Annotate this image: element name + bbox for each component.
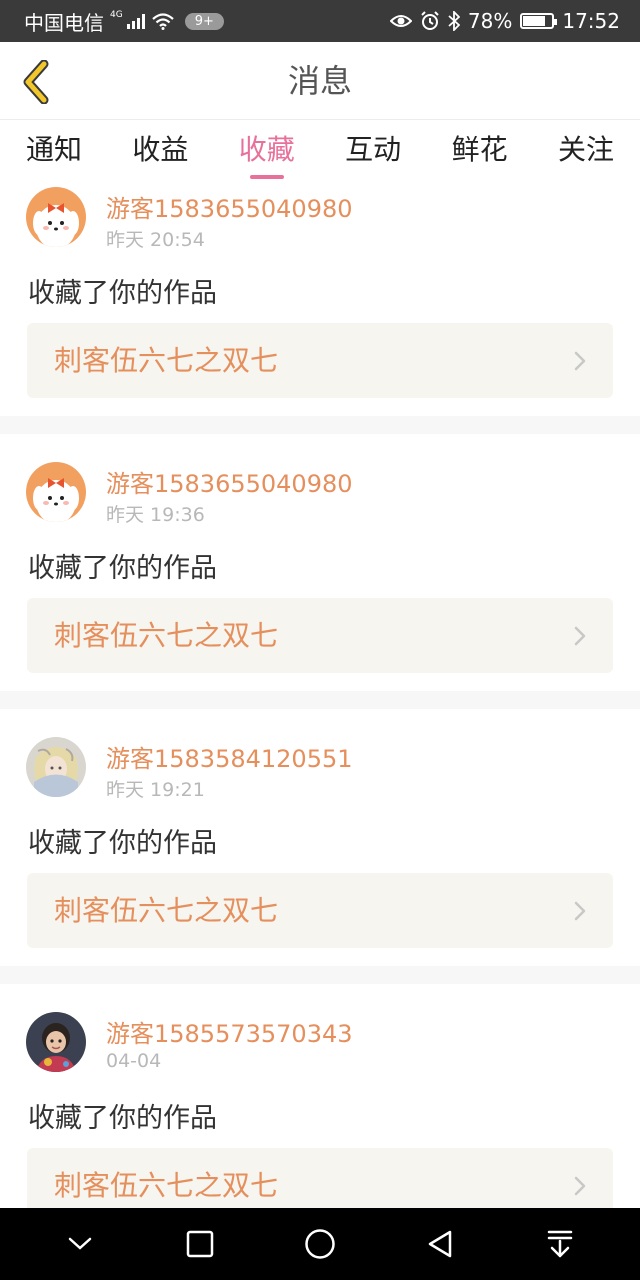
divider bbox=[0, 416, 640, 434]
back-nav-button[interactable] bbox=[410, 1214, 470, 1274]
timestamp: 04-04 bbox=[106, 1050, 162, 1072]
timestamp: 昨天 19:36 bbox=[106, 504, 205, 526]
wifi-icon bbox=[151, 13, 174, 30]
action-text: 收藏了你的作品 bbox=[28, 553, 217, 584]
username[interactable]: 游客1583655040980 bbox=[106, 189, 353, 224]
message-item: 游客1583584120551 昨天 19:21 收藏了你的作品 刺客伍六七之双… bbox=[0, 733, 640, 965]
action-text: 收藏了你的作品 bbox=[28, 1103, 217, 1134]
work-link[interactable]: 刺客伍六七之双七 bbox=[27, 598, 613, 673]
signal-icon bbox=[126, 13, 145, 29]
work-link[interactable]: 刺客伍六七之双七 bbox=[27, 323, 613, 398]
circle-home-icon bbox=[305, 1229, 335, 1259]
work-title: 刺客伍六七之双七 bbox=[54, 344, 279, 377]
divider bbox=[0, 966, 640, 984]
message-list[interactable]: 游客1583655040980 昨天 20:54 收藏了你的作品 刺客伍六七之双… bbox=[0, 183, 640, 1208]
bluetooth-icon bbox=[448, 11, 460, 31]
tab-follows[interactable]: 关注 bbox=[558, 121, 614, 183]
tab-earnings[interactable]: 收益 bbox=[132, 121, 188, 183]
avatar[interactable] bbox=[26, 462, 86, 522]
message-item: 游客1583655040980 昨天 19:36 收藏了你的作品 刺客伍六七之双… bbox=[0, 458, 640, 690]
message-item: 游客1583655040980 昨天 20:54 收藏了你的作品 刺客伍六七之双… bbox=[0, 183, 640, 415]
timestamp: 昨天 20:54 bbox=[106, 229, 205, 251]
tab-flowers[interactable]: 鲜花 bbox=[452, 121, 508, 183]
chevron-down-icon bbox=[68, 1237, 92, 1250]
cartoon-dog-avatar-icon bbox=[26, 187, 86, 247]
tab-bar: 通知 收益 收藏 互动 鲜花 关注 bbox=[0, 121, 640, 183]
eye-icon bbox=[389, 15, 412, 27]
avatar[interactable] bbox=[26, 1012, 86, 1072]
username[interactable]: 游客1583655040980 bbox=[106, 464, 353, 499]
work-link[interactable]: 刺客伍六七之双七 bbox=[27, 1148, 613, 1208]
message-item: 游客1585573570343 04-04 收藏了你的作品 刺客伍六七之双七 bbox=[0, 1008, 640, 1208]
pull-down-icon bbox=[547, 1230, 573, 1258]
battery-percent: 78% bbox=[467, 9, 513, 33]
timestamp: 昨天 19:21 bbox=[106, 779, 205, 801]
action-text: 收藏了你的作品 bbox=[28, 828, 217, 859]
notification-count: 9+ bbox=[184, 12, 224, 30]
alarm-icon bbox=[421, 11, 439, 30]
username[interactable]: 游客1583584120551 bbox=[106, 739, 353, 774]
tab-interactions[interactable]: 互动 bbox=[345, 121, 401, 183]
battery-icon bbox=[520, 13, 558, 29]
action-text: 收藏了你的作品 bbox=[28, 278, 217, 309]
tab-favorites[interactable]: 收藏 bbox=[239, 121, 295, 183]
avatar[interactable] bbox=[26, 737, 86, 797]
work-title: 刺客伍六七之双七 bbox=[54, 894, 279, 927]
home-button[interactable] bbox=[290, 1214, 350, 1274]
username[interactable]: 游客1585573570343 bbox=[106, 1014, 353, 1049]
work-title: 刺客伍六七之双七 bbox=[54, 619, 279, 652]
triangle-back-icon bbox=[428, 1230, 452, 1258]
chevron-right-icon bbox=[574, 1176, 586, 1196]
tab-notifications[interactable]: 通知 bbox=[26, 121, 82, 183]
work-link[interactable]: 刺客伍六七之双七 bbox=[27, 873, 613, 948]
work-title: 刺客伍六七之双七 bbox=[54, 1169, 279, 1202]
network-type: 4G bbox=[110, 10, 123, 20]
divider bbox=[0, 691, 640, 709]
recents-button[interactable] bbox=[170, 1214, 230, 1274]
cartoon-dog-avatar-icon bbox=[26, 462, 86, 522]
carrier-label: 中国电信 bbox=[24, 10, 104, 35]
child-photo-avatar-icon bbox=[26, 1012, 86, 1072]
chevron-right-icon bbox=[574, 351, 586, 371]
chevron-right-icon bbox=[574, 901, 586, 921]
status-bar: 中国电信 4G 9+ 78% 17:52 bbox=[0, 0, 640, 42]
anime-girl-avatar-icon bbox=[26, 737, 86, 797]
app-header: 消息 bbox=[0, 42, 640, 120]
page-title: 消息 bbox=[287, 62, 352, 100]
navigation-bar bbox=[0, 1208, 640, 1280]
chevron-right-icon bbox=[574, 626, 586, 646]
avatar[interactable] bbox=[26, 187, 86, 247]
notification-pull-button[interactable] bbox=[530, 1214, 590, 1274]
hide-nav-button[interactable] bbox=[50, 1214, 110, 1274]
square-icon bbox=[186, 1230, 214, 1258]
clock: 17:52 bbox=[562, 9, 620, 33]
